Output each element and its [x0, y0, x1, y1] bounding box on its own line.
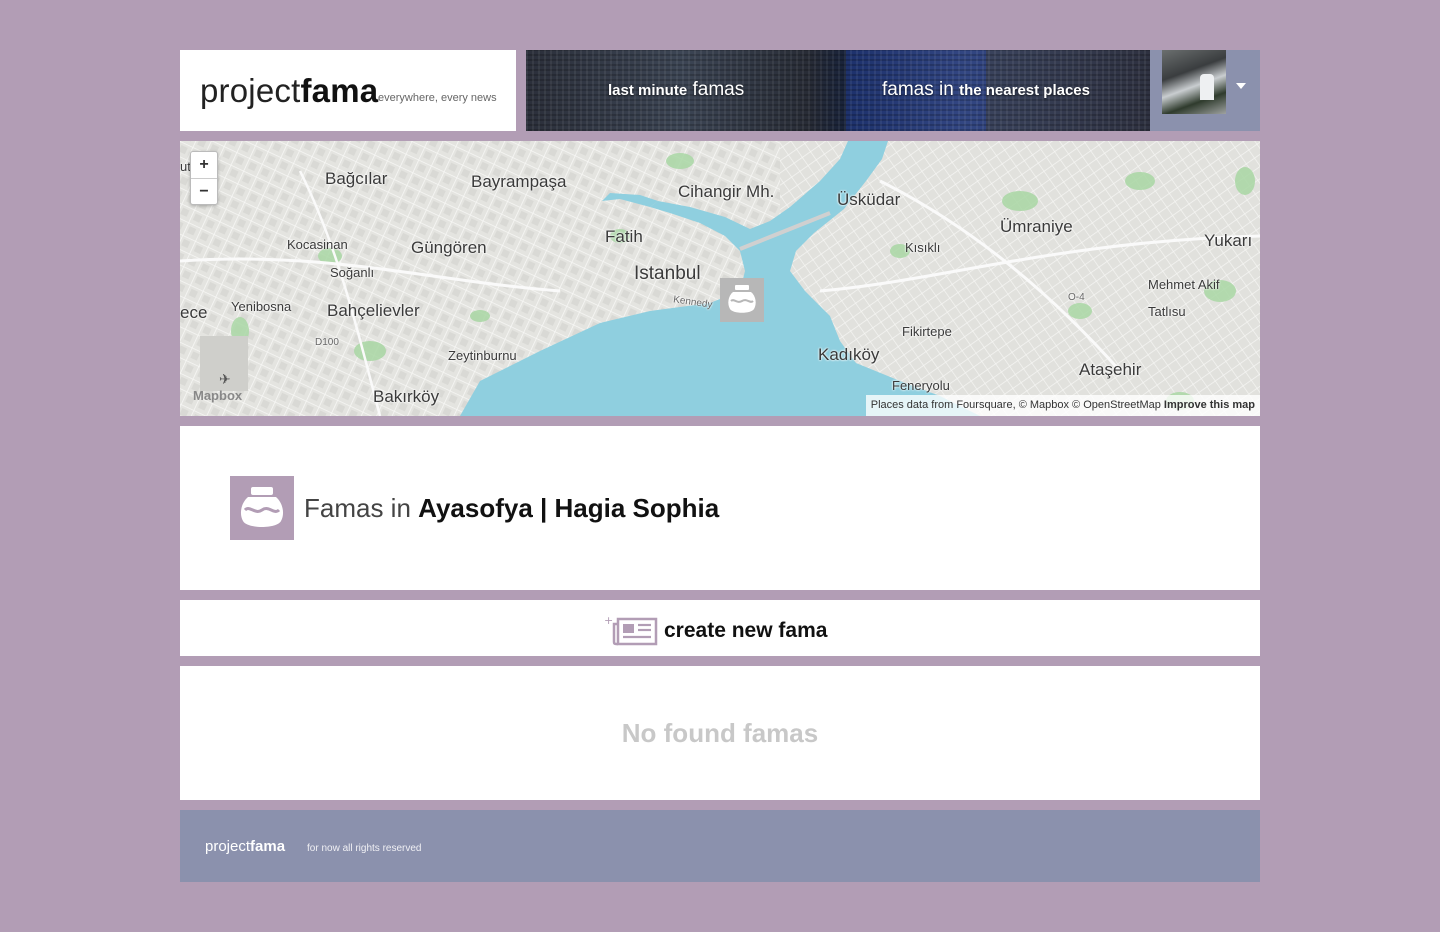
- map-label: Soğanlı: [330, 265, 375, 280]
- map[interactable]: Bağcılar Bayrampaşa Cihangir Mh. Üsküdar…: [180, 141, 1260, 416]
- place-panel: Famas in Ayasofya | Hagia Sophia: [180, 426, 1260, 590]
- zoom-control: + −: [190, 151, 218, 205]
- map-label: Yenibosna: [231, 299, 292, 314]
- newspaper-add-icon: +: [604, 616, 658, 646]
- map-label: Feneryolu: [892, 378, 950, 393]
- map-label: Istanbul: [634, 263, 701, 284]
- map-label: Cihangir Mh.: [678, 182, 775, 201]
- map-attribution: Places data from Foursquare, © Mapbox © …: [865, 395, 1260, 416]
- user-menu[interactable]: [1150, 50, 1260, 131]
- nav-last-minute-famas[interactable]: last minute famas: [608, 79, 744, 101]
- nav-nearest-light: famas in: [882, 79, 954, 100]
- map-label: Bakırköy: [373, 387, 440, 406]
- map-label: Ümraniye: [1000, 217, 1073, 236]
- zoom-in-button[interactable]: +: [191, 152, 217, 179]
- zoom-out-button[interactable]: −: [191, 179, 217, 205]
- footer-logo[interactable]: projectfama: [205, 838, 285, 855]
- place-title-prefix: Famas in: [304, 493, 411, 523]
- map-label: D100: [315, 337, 339, 348]
- map-label: Yukarı: [1204, 231, 1253, 250]
- nav-nearest-places[interactable]: famas in the nearest places: [882, 79, 1090, 101]
- airport-icon: ✈: [219, 371, 231, 387]
- map-label: Bahçelievler: [327, 301, 420, 320]
- page-container: projectfama everywhere, every news last …: [180, 50, 1260, 882]
- pot-icon: [240, 487, 284, 527]
- map-label: ece: [180, 303, 208, 322]
- nav-last-light: famas: [692, 79, 745, 100]
- footer: projectfama for now all rights reserved: [180, 810, 1260, 882]
- logo-bold: fama: [300, 72, 379, 109]
- nav-banner: last minute famas famas in the nearest p…: [526, 50, 1150, 131]
- avatar[interactable]: [1162, 50, 1226, 114]
- header: projectfama everywhere, every news last …: [180, 50, 1260, 131]
- footer-logo-bold: fama: [250, 838, 286, 855]
- nav-last-bold: last minute: [608, 82, 688, 99]
- svg-text:+: +: [604, 616, 613, 627]
- map-label: Bayrampaşa: [471, 172, 567, 191]
- map-label: O-4: [1068, 292, 1085, 303]
- create-fama-bar: + create new fama: [180, 600, 1260, 656]
- map-label: Kocasinan: [287, 237, 348, 252]
- map-label: Fikirtepe: [902, 324, 952, 339]
- map-label: Üsküdar: [837, 190, 901, 209]
- map-label: Mehmet Akif: [1148, 277, 1220, 292]
- map-label: Güngören: [411, 238, 487, 257]
- map-label: Kısıklı: [905, 240, 941, 255]
- footer-logo-light: project: [205, 838, 251, 855]
- footer-copyright: for now all rights reserved: [307, 843, 422, 854]
- map-label: Tatlısu: [1148, 304, 1186, 319]
- map-label: Bağcılar: [325, 169, 388, 188]
- place-title: Famas in Ayasofya | Hagia Sophia: [304, 493, 719, 524]
- logo-text: projectfama: [200, 72, 378, 110]
- place-icon: [230, 476, 294, 540]
- pot-icon: [728, 285, 756, 313]
- chevron-down-icon[interactable]: [1236, 83, 1246, 89]
- nav-nearest-bold: the nearest places: [959, 82, 1090, 99]
- map-label: Kadıköy: [818, 345, 880, 364]
- attribution-text: Places data from Foursquare, © Mapbox © …: [870, 399, 1161, 411]
- empty-message: No found famas: [621, 718, 819, 748]
- improve-map-link[interactable]: Improve this map: [1164, 399, 1255, 411]
- logo-light: project: [200, 72, 301, 109]
- place-marker[interactable]: [720, 278, 764, 322]
- map-label: Ataşehir: [1079, 360, 1142, 379]
- map-label: Fatih: [605, 227, 643, 246]
- mapbox-logo[interactable]: Mapbox: [193, 388, 242, 403]
- famas-list: No found famas: [180, 666, 1260, 800]
- logo[interactable]: projectfama everywhere, every news: [180, 50, 516, 131]
- logo-tagline: everywhere, every news: [378, 92, 497, 104]
- create-fama-label: create new fama: [664, 619, 828, 642]
- place-name: Ayasofya | Hagia Sophia: [418, 493, 720, 523]
- map-label: Zeytinburnu: [448, 348, 517, 363]
